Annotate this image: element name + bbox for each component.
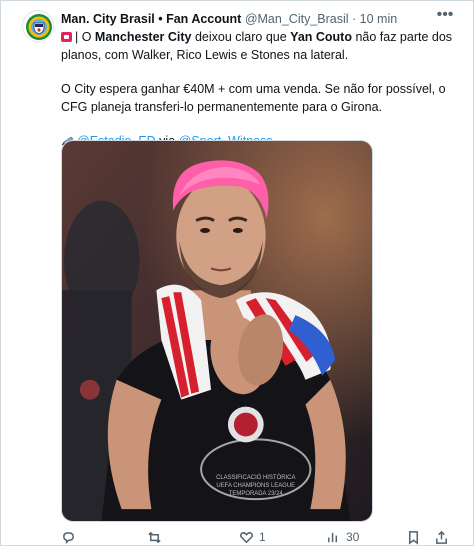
- share-button[interactable]: [434, 528, 449, 546]
- separator-dot: ·: [352, 12, 357, 26]
- bookmark-icon: [409, 530, 418, 545]
- retweet-icon: [148, 531, 161, 543]
- p1-pre: | O: [75, 30, 95, 44]
- bookmark-button[interactable]: [406, 528, 421, 546]
- timestamp[interactable]: 10 min: [360, 12, 398, 26]
- avatar[interactable]: [22, 10, 54, 42]
- share-icon: [436, 530, 447, 544]
- author-name[interactable]: Man. City Brasil • Fan Account: [61, 12, 241, 26]
- tweet-header: Man. City Brasil • Fan Account @Man_City…: [61, 10, 434, 28]
- tweet-photo[interactable]: CLASSIFICACIÓ HISTÒRICA UEFA CHAMPIONS L…: [61, 140, 373, 522]
- p1-bold-player: Yan Couto: [290, 30, 352, 44]
- p1-bold-club: Manchester City: [94, 30, 192, 44]
- views-button[interactable]: 30: [326, 528, 359, 546]
- reply-button[interactable]: [61, 528, 81, 546]
- tweet-paragraph-2: O City espera ganhar €40M + com uma vend…: [61, 82, 446, 114]
- heart-icon: [240, 531, 253, 543]
- tweet-actions: 1 30: [61, 528, 457, 546]
- like-button[interactable]: 1: [239, 528, 266, 546]
- p1-mid: deixou claro que: [191, 30, 291, 44]
- svg-text:CLASSIFICACIÓ HISTÒRICA: CLASSIFICACIÓ HISTÒRICA: [216, 474, 295, 481]
- like-count: 1: [259, 530, 266, 544]
- retweet-button[interactable]: [147, 528, 167, 546]
- views-chart-icon: [328, 532, 338, 542]
- more-dots-icon[interactable]: •••: [434, 7, 456, 26]
- author-handle[interactable]: @Man_City_Brasil: [245, 12, 349, 26]
- flag-emoji-icon: [61, 32, 72, 42]
- reply-icon: [63, 531, 74, 544]
- player-photo-image: CLASSIFICACIÓ HISTÒRICA UEFA CHAMPIONS L…: [62, 141, 372, 521]
- svg-text:UEFA CHAMPIONS LEAGUE: UEFA CHAMPIONS LEAGUE: [216, 483, 295, 489]
- tweet-paragraph-1: | O Manchester City deixou claro que Yan…: [61, 29, 457, 64]
- views-count: 30: [346, 530, 360, 544]
- svg-text:TEMPORADA 23/24: TEMPORADA 23/24: [229, 491, 284, 497]
